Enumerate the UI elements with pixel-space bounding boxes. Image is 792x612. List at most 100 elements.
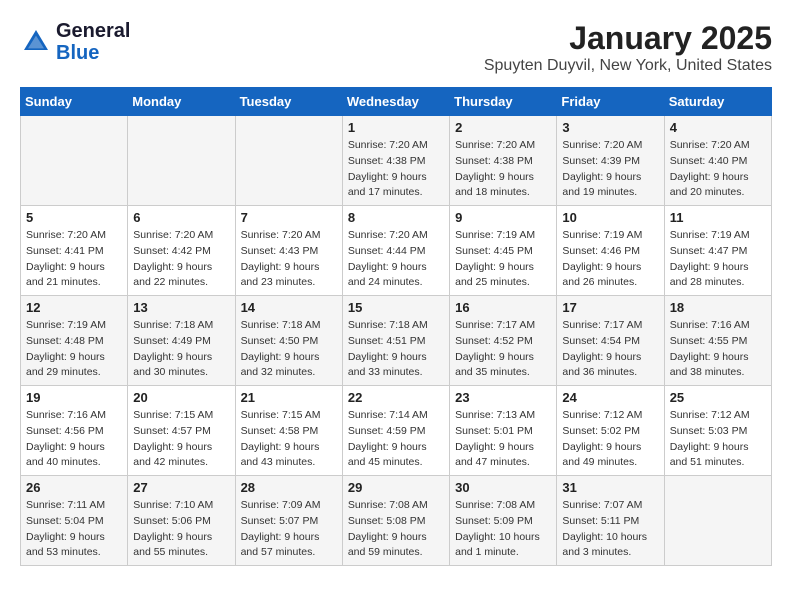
day-info: Sunrise: 7:16 AM Sunset: 4:55 PM Dayligh… bbox=[670, 318, 766, 381]
calendar-cell: 21 Sunrise: 7:15 AM Sunset: 4:58 PM Dayli… bbox=[235, 386, 342, 476]
day-info: Sunrise: 7:18 AM Sunset: 4:49 PM Dayligh… bbox=[133, 318, 229, 381]
day-number: 10 bbox=[562, 210, 658, 225]
day-number: 26 bbox=[26, 480, 122, 495]
calendar-cell: 8 Sunrise: 7:20 AM Sunset: 4:44 PM Daylig… bbox=[342, 206, 449, 296]
day-number: 18 bbox=[670, 300, 766, 315]
main-title: January 2025 bbox=[484, 20, 772, 57]
day-info: Sunrise: 7:20 AM Sunset: 4:39 PM Dayligh… bbox=[562, 138, 658, 201]
calendar-week-1: 1Sunrise: 7:20 AM Sunset: 4:38 PM Daylig… bbox=[21, 116, 772, 206]
day-info: Sunrise: 7:15 AM Sunset: 4:57 PM Dayligh… bbox=[133, 408, 229, 471]
calendar-cell: 3Sunrise: 7:20 AM Sunset: 4:39 PM Daylig… bbox=[557, 116, 664, 206]
day-number: 21 bbox=[241, 390, 337, 405]
day-number: 29 bbox=[348, 480, 444, 495]
calendar-cell bbox=[235, 116, 342, 206]
calendar-week-3: 12 Sunrise: 7:19 AM Sunset: 4:48 PM Dayli… bbox=[21, 296, 772, 386]
calendar-cell: 4 Sunrise: 7:20 AM Sunset: 4:40 PM Daylig… bbox=[664, 116, 771, 206]
day-number: 4 bbox=[670, 120, 766, 135]
day-info: Sunrise: 7:13 AM Sunset: 5:01 PM Dayligh… bbox=[455, 408, 551, 471]
day-info: Sunrise: 7:15 AM Sunset: 4:58 PM Dayligh… bbox=[241, 408, 337, 471]
day-info: Sunrise: 7:19 AM Sunset: 4:46 PM Dayligh… bbox=[562, 228, 658, 291]
day-info: Sunrise: 7:16 AM Sunset: 4:56 PM Dayligh… bbox=[26, 408, 122, 471]
logo-text: General Blue bbox=[56, 20, 130, 64]
day-number: 8 bbox=[348, 210, 444, 225]
day-number: 28 bbox=[241, 480, 337, 495]
weekday-header-friday: Friday bbox=[557, 88, 664, 116]
calendar-cell: 15Sunrise: 7:18 AM Sunset: 4:51 PM Dayli… bbox=[342, 296, 449, 386]
calendar-week-5: 26Sunrise: 7:11 AM Sunset: 5:04 PM Dayli… bbox=[21, 476, 772, 566]
weekday-header-tuesday: Tuesday bbox=[235, 88, 342, 116]
day-number: 1 bbox=[348, 120, 444, 135]
calendar-cell: 12 Sunrise: 7:19 AM Sunset: 4:48 PM Dayli… bbox=[21, 296, 128, 386]
weekday-header-wednesday: Wednesday bbox=[342, 88, 449, 116]
calendar-cell bbox=[664, 476, 771, 566]
day-number: 16 bbox=[455, 300, 551, 315]
calendar-cell: 27 Sunrise: 7:10 AM Sunset: 5:06 PM Dayli… bbox=[128, 476, 235, 566]
day-number: 12 bbox=[26, 300, 122, 315]
logo-line1: General bbox=[56, 20, 130, 42]
calendar-cell: 23 Sunrise: 7:13 AM Sunset: 5:01 PM Dayli… bbox=[450, 386, 557, 476]
calendar-cell: 25Sunrise: 7:12 AM Sunset: 5:03 PM Dayli… bbox=[664, 386, 771, 476]
calendar-cell: 19 Sunrise: 7:16 AM Sunset: 4:56 PM Dayli… bbox=[21, 386, 128, 476]
calendar-cell: 31 Sunrise: 7:07 AM Sunset: 5:11 PM Dayli… bbox=[557, 476, 664, 566]
day-number: 31 bbox=[562, 480, 658, 495]
day-info: Sunrise: 7:12 AM Sunset: 5:03 PM Dayligh… bbox=[670, 408, 766, 471]
calendar-cell: 16Sunrise: 7:17 AM Sunset: 4:52 PM Dayli… bbox=[450, 296, 557, 386]
day-number: 13 bbox=[133, 300, 229, 315]
calendar-cell: 18 Sunrise: 7:16 AM Sunset: 4:55 PM Dayli… bbox=[664, 296, 771, 386]
day-info: Sunrise: 7:19 AM Sunset: 4:47 PM Dayligh… bbox=[670, 228, 766, 291]
day-info: Sunrise: 7:20 AM Sunset: 4:44 PM Dayligh… bbox=[348, 228, 444, 291]
day-number: 27 bbox=[133, 480, 229, 495]
calendar-table: SundayMondayTuesdayWednesdayThursdayFrid… bbox=[20, 87, 772, 566]
day-number: 5 bbox=[26, 210, 122, 225]
calendar-cell: 22 Sunrise: 7:14 AM Sunset: 4:59 PM Dayli… bbox=[342, 386, 449, 476]
day-info: Sunrise: 7:19 AM Sunset: 4:48 PM Dayligh… bbox=[26, 318, 122, 381]
calendar-cell: 7Sunrise: 7:20 AM Sunset: 4:43 PM Daylig… bbox=[235, 206, 342, 296]
header: General Blue January 2025 Spuyten Duyvil… bbox=[20, 20, 772, 75]
day-info: Sunrise: 7:08 AM Sunset: 5:09 PM Dayligh… bbox=[455, 498, 551, 561]
calendar-cell: 13 Sunrise: 7:18 AM Sunset: 4:49 PM Dayli… bbox=[128, 296, 235, 386]
day-number: 20 bbox=[133, 390, 229, 405]
weekday-header-saturday: Saturday bbox=[664, 88, 771, 116]
calendar-cell: 5 Sunrise: 7:20 AM Sunset: 4:41 PM Daylig… bbox=[21, 206, 128, 296]
day-info: Sunrise: 7:20 AM Sunset: 4:41 PM Dayligh… bbox=[26, 228, 122, 291]
day-number: 9 bbox=[455, 210, 551, 225]
calendar-cell: 26Sunrise: 7:11 AM Sunset: 5:04 PM Dayli… bbox=[21, 476, 128, 566]
calendar-week-2: 5 Sunrise: 7:20 AM Sunset: 4:41 PM Daylig… bbox=[21, 206, 772, 296]
day-info: Sunrise: 7:17 AM Sunset: 4:54 PM Dayligh… bbox=[562, 318, 658, 381]
weekday-header-sunday: Sunday bbox=[21, 88, 128, 116]
title-block: January 2025 Spuyten Duyvil, New York, U… bbox=[484, 20, 772, 75]
day-number: 14 bbox=[241, 300, 337, 315]
day-number: 2 bbox=[455, 120, 551, 135]
day-number: 17 bbox=[562, 300, 658, 315]
day-info: Sunrise: 7:20 AM Sunset: 4:40 PM Dayligh… bbox=[670, 138, 766, 201]
calendar-cell: 1Sunrise: 7:20 AM Sunset: 4:38 PM Daylig… bbox=[342, 116, 449, 206]
day-info: Sunrise: 7:18 AM Sunset: 4:51 PM Dayligh… bbox=[348, 318, 444, 381]
calendar-cell: 6Sunrise: 7:20 AM Sunset: 4:42 PM Daylig… bbox=[128, 206, 235, 296]
weekday-header-monday: Monday bbox=[128, 88, 235, 116]
calendar-cell: 9 Sunrise: 7:19 AM Sunset: 4:45 PM Daylig… bbox=[450, 206, 557, 296]
day-info: Sunrise: 7:08 AM Sunset: 5:08 PM Dayligh… bbox=[348, 498, 444, 561]
calendar-cell: 28Sunrise: 7:09 AM Sunset: 5:07 PM Dayli… bbox=[235, 476, 342, 566]
logo-line2: Blue bbox=[56, 42, 130, 64]
day-info: Sunrise: 7:07 AM Sunset: 5:11 PM Dayligh… bbox=[562, 498, 658, 561]
subtitle: Spuyten Duyvil, New York, United States bbox=[484, 57, 772, 75]
calendar-cell: 11 Sunrise: 7:19 AM Sunset: 4:47 PM Dayli… bbox=[664, 206, 771, 296]
day-info: Sunrise: 7:10 AM Sunset: 5:06 PM Dayligh… bbox=[133, 498, 229, 561]
day-info: Sunrise: 7:19 AM Sunset: 4:45 PM Dayligh… bbox=[455, 228, 551, 291]
day-number: 22 bbox=[348, 390, 444, 405]
day-info: Sunrise: 7:20 AM Sunset: 4:43 PM Dayligh… bbox=[241, 228, 337, 291]
calendar-cell: 29 Sunrise: 7:08 AM Sunset: 5:08 PM Dayli… bbox=[342, 476, 449, 566]
calendar-cell: 24Sunrise: 7:12 AM Sunset: 5:02 PM Dayli… bbox=[557, 386, 664, 476]
day-info: Sunrise: 7:14 AM Sunset: 4:59 PM Dayligh… bbox=[348, 408, 444, 471]
calendar-cell bbox=[21, 116, 128, 206]
logo: General Blue bbox=[20, 20, 130, 64]
calendar-cell: 10 Sunrise: 7:19 AM Sunset: 4:46 PM Dayli… bbox=[557, 206, 664, 296]
day-info: Sunrise: 7:12 AM Sunset: 5:02 PM Dayligh… bbox=[562, 408, 658, 471]
day-number: 30 bbox=[455, 480, 551, 495]
calendar-cell: 2Sunrise: 7:20 AM Sunset: 4:38 PM Daylig… bbox=[450, 116, 557, 206]
page: General Blue January 2025 Spuyten Duyvil… bbox=[0, 0, 792, 576]
calendar-cell bbox=[128, 116, 235, 206]
day-number: 23 bbox=[455, 390, 551, 405]
day-number: 11 bbox=[670, 210, 766, 225]
day-number: 19 bbox=[26, 390, 122, 405]
